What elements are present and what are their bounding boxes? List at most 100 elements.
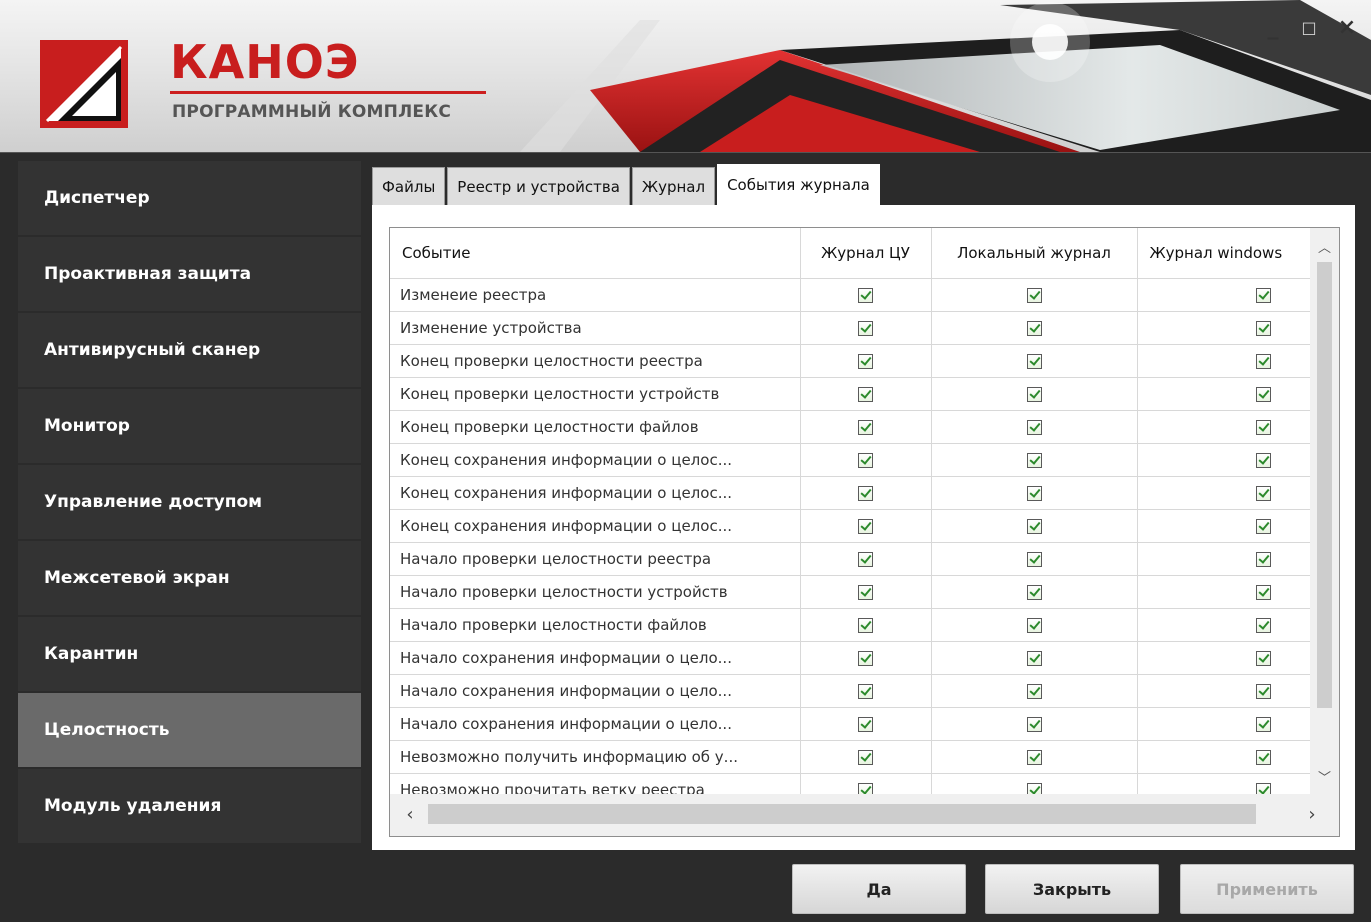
windows-journal-checkbox[interactable] — [1256, 420, 1271, 435]
table-row: Конец проверки целостности реестра — [390, 344, 1310, 378]
windows-journal-checkbox[interactable] — [1256, 387, 1271, 402]
sidebar-item-dispatcher[interactable]: Диспетчер — [18, 161, 361, 235]
journal-cu-checkbox[interactable] — [858, 750, 873, 765]
journal-cu-checkbox[interactable] — [858, 717, 873, 732]
apply-button[interactable]: Применить — [1180, 864, 1354, 914]
journal-cu-cell — [800, 311, 932, 345]
minimize-button[interactable]: _ — [1258, 12, 1288, 42]
sidebar-item-quarantine[interactable]: Карантин — [18, 617, 361, 691]
horizontal-scrollbar[interactable]: ‹ › — [390, 794, 1339, 836]
journal-cu-cell — [800, 575, 932, 609]
windows-journal-checkbox[interactable] — [1256, 618, 1271, 633]
sidebar-item-removal-module[interactable]: Модуль удаления — [18, 769, 361, 843]
windows-journal-checkbox[interactable] — [1256, 651, 1271, 666]
vertical-scroll-thumb[interactable] — [1317, 262, 1332, 708]
horizontal-scroll-thumb[interactable] — [428, 804, 1256, 824]
windows-journal-checkbox[interactable] — [1256, 321, 1271, 336]
journal-cu-cell — [800, 278, 932, 312]
journal-cu-cell — [800, 344, 932, 378]
local-journal-checkbox[interactable] — [1026, 321, 1042, 336]
local-journal-checkbox[interactable] — [1026, 750, 1042, 765]
local-journal-checkbox[interactable] — [1026, 618, 1042, 633]
vertical-scrollbar[interactable]: ︿ ﹀ — [1310, 228, 1339, 794]
journal-cu-cell — [800, 740, 932, 774]
tab-journal[interactable]: Журнал — [631, 167, 716, 205]
column-header-journal-cu[interactable]: Журнал ЦУ — [800, 228, 932, 279]
journal-cu-checkbox[interactable] — [858, 783, 873, 794]
journal-cu-checkbox[interactable] — [858, 288, 873, 303]
column-header-windows-journal[interactable]: Журнал windows — [1137, 228, 1310, 279]
windows-journal-checkbox[interactable] — [1256, 684, 1271, 699]
close-button[interactable]: Закрыть — [985, 864, 1159, 914]
scroll-right-icon[interactable]: › — [1298, 800, 1326, 828]
journal-cu-checkbox[interactable] — [858, 618, 873, 633]
journal-cu-checkbox[interactable] — [858, 321, 873, 336]
local-journal-cell — [931, 542, 1138, 576]
journal-cu-checkbox[interactable] — [858, 453, 873, 468]
local-journal-checkbox[interactable] — [1026, 651, 1042, 666]
yes-button[interactable]: Да — [792, 864, 966, 914]
close-window-button[interactable]: × — [1332, 12, 1362, 42]
windows-journal-checkbox[interactable] — [1256, 552, 1271, 567]
scroll-left-icon[interactable]: ‹ — [396, 800, 424, 828]
local-journal-checkbox[interactable] — [1026, 420, 1042, 435]
local-journal-checkbox[interactable] — [1026, 486, 1042, 501]
event-name-cell: Конец сохранения информации о целос... — [390, 476, 801, 510]
app-header: КАНОЭ ПРОГРАММНЫЙ КОМПЛЕКС _ □ × — [0, 0, 1371, 153]
local-journal-checkbox[interactable] — [1026, 684, 1042, 699]
sidebar-item-proactive-protection[interactable]: Проактивная защита — [18, 237, 361, 311]
tab-files[interactable]: Файлы — [372, 167, 446, 205]
windows-journal-checkbox[interactable] — [1256, 453, 1271, 468]
events-grid-viewport: Событие Журнал ЦУ Локальный журнал Журна… — [390, 228, 1310, 794]
maximize-button[interactable]: □ — [1294, 12, 1324, 42]
journal-cu-checkbox[interactable] — [858, 420, 873, 435]
windows-journal-checkbox[interactable] — [1256, 486, 1271, 501]
windows-journal-checkbox[interactable] — [1256, 783, 1271, 794]
tab-journal-events[interactable]: События журнала — [717, 164, 880, 205]
local-journal-cell — [931, 575, 1138, 609]
event-name-cell: Изменеие реестра — [390, 278, 801, 312]
scroll-down-icon[interactable]: ﹀ — [1310, 762, 1339, 790]
table-row: Конец сохранения информации о целос... — [390, 509, 1310, 543]
journal-cu-checkbox[interactable] — [858, 552, 873, 567]
local-journal-checkbox[interactable] — [1026, 717, 1042, 732]
local-journal-checkbox[interactable] — [1026, 288, 1042, 303]
sidebar-item-access-control[interactable]: Управление доступом — [18, 465, 361, 539]
logo-icon — [40, 40, 128, 128]
local-journal-checkbox[interactable] — [1026, 783, 1042, 794]
sidebar-item-integrity[interactable]: Целостность — [18, 693, 361, 767]
journal-cu-checkbox[interactable] — [858, 354, 873, 369]
table-row: Изменеие реестра — [390, 278, 1310, 312]
windows-journal-checkbox[interactable] — [1256, 585, 1271, 600]
windows-journal-cell — [1137, 476, 1310, 510]
local-journal-checkbox[interactable] — [1026, 387, 1042, 402]
table-row: Начало проверки целостности файлов — [390, 608, 1310, 642]
local-journal-checkbox[interactable] — [1026, 585, 1042, 600]
brand-name: КАНОЭ — [170, 35, 360, 89]
journal-cu-checkbox[interactable] — [858, 387, 873, 402]
windows-journal-checkbox[interactable] — [1256, 354, 1271, 369]
tab-panel: Событие Журнал ЦУ Локальный журнал Журна… — [372, 205, 1355, 850]
journal-cu-checkbox[interactable] — [858, 486, 873, 501]
journal-cu-checkbox[interactable] — [858, 684, 873, 699]
scroll-up-icon[interactable]: ︿ — [1310, 232, 1339, 260]
local-journal-checkbox[interactable] — [1026, 354, 1042, 369]
sidebar-item-firewall[interactable]: Межсетевой экран — [18, 541, 361, 615]
local-journal-checkbox[interactable] — [1026, 519, 1042, 534]
windows-journal-checkbox[interactable] — [1256, 288, 1271, 303]
windows-journal-checkbox[interactable] — [1256, 519, 1271, 534]
event-name-cell: Конец проверки целостности файлов — [390, 410, 801, 444]
column-header-local-journal[interactable]: Локальный журнал — [931, 228, 1138, 279]
local-journal-checkbox[interactable] — [1026, 552, 1042, 567]
journal-cu-checkbox[interactable] — [858, 519, 873, 534]
journal-cu-checkbox[interactable] — [858, 651, 873, 666]
windows-journal-cell — [1137, 410, 1310, 444]
column-header-event[interactable]: Событие — [390, 228, 801, 279]
journal-cu-checkbox[interactable] — [858, 585, 873, 600]
sidebar-item-antivirus-scanner[interactable]: Антивирусный сканер — [18, 313, 361, 387]
windows-journal-checkbox[interactable] — [1256, 717, 1271, 732]
sidebar-item-monitor[interactable]: Монитор — [18, 389, 361, 463]
windows-journal-checkbox[interactable] — [1256, 750, 1271, 765]
tab-registry-devices[interactable]: Реестр и устройства — [447, 167, 630, 205]
local-journal-checkbox[interactable] — [1026, 453, 1042, 468]
